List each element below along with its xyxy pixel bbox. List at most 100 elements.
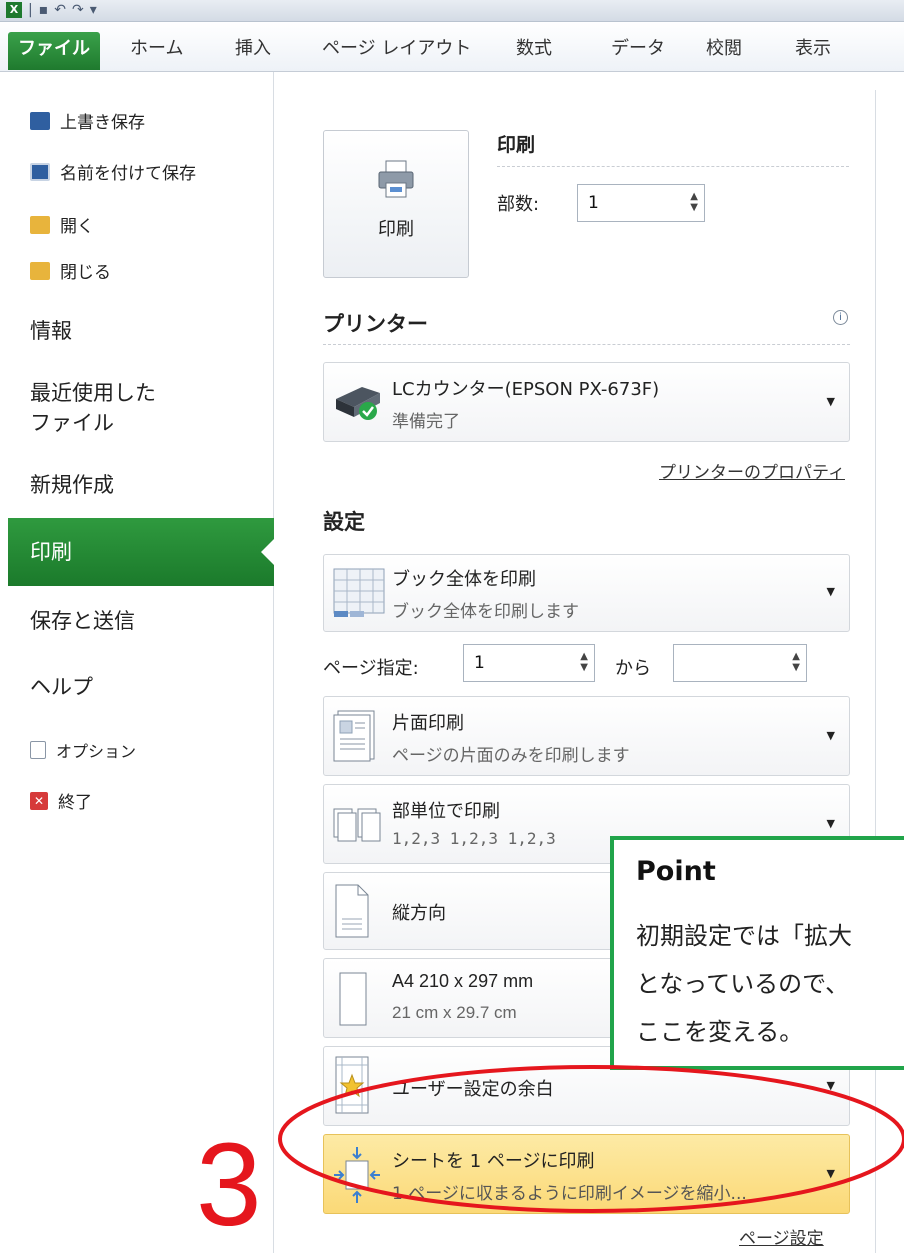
save-icon[interactable]: ▪ [39, 2, 49, 18]
pages-to-label: から [615, 658, 651, 679]
copies-value: 1 [588, 193, 599, 213]
print-button-label: 印刷 [378, 219, 414, 240]
stepper-arrows-icon[interactable]: ▲ ▼ [690, 191, 698, 213]
chevron-down-icon: ▼ [826, 817, 835, 830]
printer-heading: プリンター [323, 312, 428, 336]
folder-close-icon [30, 261, 50, 280]
margins-label: ユーザー設定の余白 [392, 1079, 554, 1100]
chevron-down-icon: ▼ [826, 585, 835, 598]
options-icon [30, 741, 46, 759]
divider [497, 166, 849, 167]
tab-view[interactable]: 表示 [795, 32, 831, 70]
sidebar-item-print[interactable]: 印刷 [8, 518, 275, 586]
point-callout: Point 初期設定では「拡大 となっているので、 ここを変える。 [610, 836, 904, 1070]
stepper-arrows-icon[interactable]: ▲ ▼ [580, 651, 588, 673]
sidebar-item-save[interactable]: 上書き保存 [30, 108, 145, 133]
sidebar-item-label: 上書き保存 [60, 113, 145, 133]
callout-title: Point [636, 856, 716, 887]
qat-separator: | [28, 2, 33, 18]
callout-line: ここを変える。 [636, 1018, 804, 1046]
save-icon [30, 111, 50, 130]
tab-page-layout[interactable]: ページ レイアウト [322, 32, 471, 70]
tab-review[interactable]: 校閲 [706, 32, 742, 70]
fit-to-page-icon [334, 1147, 380, 1203]
print-button[interactable]: 印刷 [323, 130, 469, 278]
stepper-arrows-icon[interactable]: ▲ ▼ [792, 651, 800, 673]
sidebar-item-new[interactable]: 新規作成 [30, 470, 114, 500]
customize-qat-icon[interactable]: ▾ [90, 2, 97, 18]
printer-name: LCカウンター(EPSON PX-673F) [392, 379, 660, 400]
tab-home[interactable]: ホーム [130, 32, 183, 70]
portrait-page-icon [335, 884, 369, 938]
orientation-label: 縦方向 [392, 903, 446, 924]
sidebar-item-close[interactable]: 閉じる [30, 258, 111, 283]
print-sides-desc: ページの片面のみを印刷します [392, 746, 630, 766]
tab-formulas[interactable]: 数式 [516, 32, 552, 70]
collated-pages-icon [333, 808, 381, 842]
step-number: 3 [196, 1119, 262, 1251]
printer-properties-link[interactable]: プリンターのプロパティ [659, 458, 845, 483]
collate-desc: 1,2,3 1,2,3 1,2,3 [392, 829, 556, 848]
page-setup-link[interactable]: ページ設定 [739, 1224, 824, 1249]
folder-open-icon [30, 215, 50, 234]
sidebar-item-label: ファイル [30, 411, 114, 435]
paper-icon [339, 972, 367, 1026]
preview-divider [875, 90, 876, 1253]
print-sides-title: 片面印刷 [392, 713, 464, 734]
collate-title: 部単位で印刷 [392, 801, 500, 822]
print-scope-title: ブック全体を印刷 [392, 569, 536, 590]
printer-dropdown[interactable]: LCカウンター(EPSON PX-673F) 準備完了 ▼ [323, 362, 850, 442]
tab-file[interactable]: ファイル [8, 32, 100, 70]
info-icon[interactable]: i [833, 310, 848, 325]
print-scope-desc: ブック全体を印刷します [392, 602, 579, 622]
ribbon-tabs: ファイル ホーム 挿入 ページ レイアウト 数式 データ 校閲 表示 [0, 22, 904, 72]
sidebar-item-label: 閉じる [60, 263, 111, 283]
sidebar-item-label: 名前を付けて保存 [60, 164, 196, 184]
tab-data[interactable]: データ [611, 32, 665, 70]
sidebar-item-help[interactable]: ヘルプ [30, 672, 93, 702]
pages-to-stepper[interactable]: ▲ ▼ [673, 644, 807, 682]
print-pane: 印刷 印刷 部数: 1 ▲ ▼ プリンター i LCカウンター(EPSON PX-… [275, 72, 875, 1253]
excel-app-icon[interactable]: X [6, 2, 22, 18]
copies-stepper[interactable]: 1 ▲ ▼ [577, 184, 705, 222]
sidebar-item-exit[interactable]: ✕ 終了 [30, 788, 92, 813]
one-sided-page-icon [333, 710, 375, 762]
scaling-dropdown[interactable]: シートを 1 ページに印刷 1 ページに収まるように印刷イメージを縮小... ▼ [323, 1134, 850, 1214]
print-sides-dropdown[interactable]: 片面印刷 ページの片面のみを印刷します ▼ [323, 696, 850, 776]
backstage-sidebar: 上書き保存 名前を付けて保存 開く 閉じる 情報 最近使用した ファイル 新規作… [8, 72, 275, 1253]
undo-icon[interactable]: ↶ [54, 2, 66, 18]
pages-from-stepper[interactable]: 1 ▲ ▼ [463, 644, 595, 682]
sidebar-item-label: オプション [56, 742, 137, 761]
tab-insert[interactable]: 挿入 [235, 32, 271, 70]
printer-status: 準備完了 [392, 412, 460, 432]
save-as-icon [30, 162, 50, 181]
sidebar-item-label: 最近使用した [30, 381, 156, 405]
chevron-down-icon: ▼ [826, 395, 835, 408]
chevron-down-icon: ▼ [826, 729, 835, 742]
sidebar-item-info[interactable]: 情報 [30, 316, 72, 346]
print-heading: 印刷 [497, 134, 536, 156]
margins-star-icon [335, 1056, 369, 1114]
sidebar-item-label: 終了 [58, 793, 92, 813]
paper-size-title: A4 210 x 297 mm [392, 971, 534, 991]
copies-label: 部数: [497, 194, 540, 215]
scaling-desc: 1 ページに収まるように印刷イメージを縮小... [392, 1184, 747, 1204]
redo-icon[interactable]: ↷ [72, 2, 84, 18]
sidebar-item-open[interactable]: 開く [30, 212, 94, 237]
sidebar-item-recent[interactable]: 最近使用した ファイル [30, 378, 156, 438]
sidebar-item-options[interactable]: オプション [30, 738, 136, 762]
printer-icon [378, 160, 414, 198]
paper-size-desc: 21 cm x 29.7 cm [392, 1003, 517, 1022]
print-scope-dropdown[interactable]: ブック全体を印刷 ブック全体を印刷します ▼ [323, 554, 850, 632]
pages-from-value: 1 [474, 653, 485, 673]
exit-icon: ✕ [30, 791, 48, 810]
sidebar-item-save-as[interactable]: 名前を付けて保存 [30, 159, 196, 184]
callout-line: 初期設定では「拡大 [636, 922, 852, 950]
callout-line: となっているので、 [636, 970, 850, 998]
sidebar-item-save-send[interactable]: 保存と送信 [30, 606, 135, 636]
chevron-down-icon: ▼ [826, 1167, 835, 1180]
sidebar-item-label: 開く [60, 217, 94, 237]
workbook-grid-icon [333, 568, 385, 617]
settings-heading: 設定 [323, 510, 365, 534]
pages-label: ページ指定: [323, 658, 419, 679]
